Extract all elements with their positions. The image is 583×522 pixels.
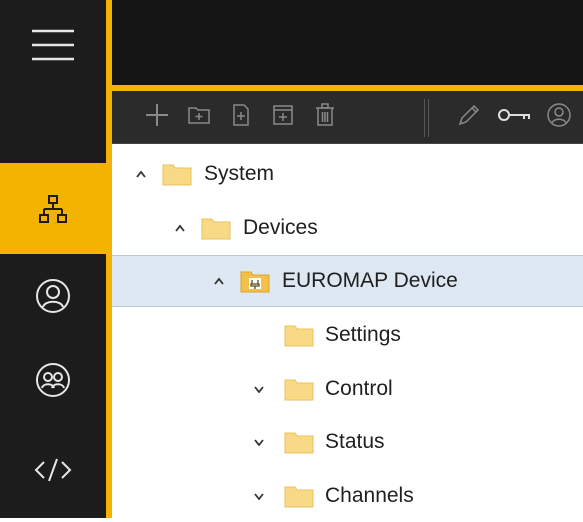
tree-row-label: Channels bbox=[325, 484, 414, 507]
rail-item-user-group[interactable] bbox=[0, 338, 106, 422]
add-folder-button[interactable] bbox=[182, 91, 216, 143]
delete-icon bbox=[315, 102, 335, 132]
user-permissions-button[interactable] bbox=[542, 91, 576, 143]
tree-row-channels[interactable]: Channels bbox=[112, 470, 583, 522]
folder-icon bbox=[162, 162, 192, 186]
add-object-button[interactable] bbox=[266, 91, 300, 143]
rail-item-hierarchy[interactable] bbox=[0, 163, 106, 254]
rail-item-user[interactable] bbox=[0, 254, 106, 338]
code-icon bbox=[33, 456, 73, 484]
key-icon bbox=[497, 106, 531, 129]
toolbar-separator bbox=[424, 99, 429, 137]
edit-icon bbox=[457, 103, 481, 132]
top-header bbox=[112, 0, 583, 91]
folder-icon bbox=[284, 484, 314, 508]
tree-row-system[interactable]: System bbox=[112, 148, 583, 200]
tree-row-label: EUROMAP Device bbox=[282, 269, 458, 292]
tree-row-euromap-device[interactable]: EUROMAP Device bbox=[112, 255, 583, 307]
network-hierarchy-icon bbox=[38, 194, 68, 224]
tree-row-status[interactable]: Status bbox=[112, 416, 583, 468]
tree-row-label: Control bbox=[325, 377, 393, 400]
tree-row-label: System bbox=[204, 162, 275, 185]
tree-row-settings[interactable]: Settings bbox=[112, 309, 583, 361]
tree-row-label: Settings bbox=[325, 323, 401, 346]
user-group-icon bbox=[35, 362, 71, 398]
add-object-icon bbox=[272, 104, 294, 131]
menu-icon bbox=[30, 27, 76, 63]
tree-row-label: Devices bbox=[243, 216, 318, 239]
menu-button[interactable] bbox=[0, 0, 106, 90]
chevron-down-icon[interactable] bbox=[251, 488, 267, 504]
add-file-button[interactable] bbox=[224, 91, 258, 143]
tree-row-devices[interactable]: Devices bbox=[112, 202, 583, 254]
folder-icon bbox=[201, 216, 231, 240]
rail-item-code[interactable] bbox=[0, 422, 106, 518]
user-icon bbox=[546, 102, 572, 133]
add-file-icon bbox=[231, 103, 251, 132]
user-icon bbox=[35, 278, 71, 314]
chevron-up-icon[interactable] bbox=[211, 273, 227, 289]
tree-view: System Devices EUROMAP Device Settings C… bbox=[112, 144, 583, 518]
delete-button[interactable] bbox=[308, 91, 342, 143]
folder-icon bbox=[284, 323, 314, 347]
chevron-up-icon[interactable] bbox=[172, 220, 188, 236]
edit-button[interactable] bbox=[452, 91, 486, 143]
device-folder-icon bbox=[240, 269, 270, 293]
tree-row-control[interactable]: Control bbox=[112, 363, 583, 415]
add-icon bbox=[144, 102, 170, 133]
chevron-down-icon[interactable] bbox=[251, 434, 267, 450]
tree-row-label: Status bbox=[325, 430, 385, 453]
add-button[interactable] bbox=[140, 91, 174, 143]
add-folder-icon bbox=[187, 105, 211, 130]
chevron-down-icon[interactable] bbox=[251, 381, 267, 397]
toolbar bbox=[112, 91, 583, 144]
chevron-up-icon[interactable] bbox=[133, 166, 149, 182]
folder-icon bbox=[284, 430, 314, 454]
folder-icon bbox=[284, 377, 314, 401]
key-button[interactable] bbox=[492, 91, 536, 143]
side-rail bbox=[0, 0, 106, 518]
